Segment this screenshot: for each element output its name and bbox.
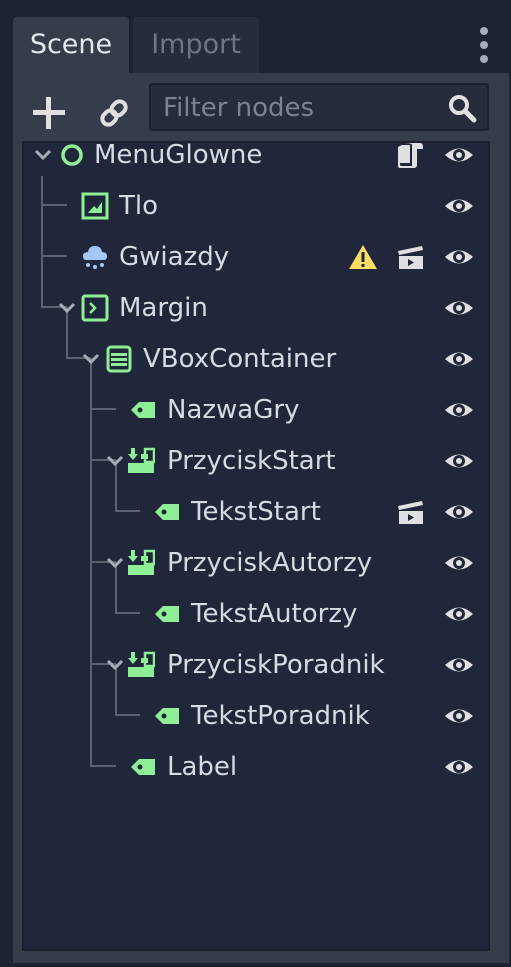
add-node-button[interactable] <box>29 93 69 133</box>
tree-row-vboxcontainer[interactable]: VBoxContainer <box>24 335 488 383</box>
label-icon <box>155 504 179 520</box>
node-label: TekstPoradnik <box>191 701 370 731</box>
script-icon[interactable] <box>396 141 426 169</box>
tree-row-gwiazdy[interactable]: Gwiazdy <box>24 233 488 281</box>
node-label: VBoxContainer <box>143 344 337 374</box>
tree-row-nazwagry[interactable]: NazwaGry <box>24 386 488 434</box>
warning-icon[interactable] <box>348 243 378 271</box>
scene-tree[interactable]: MenuGlowne Tlo Gwiazdy Margin VBoxContai… <box>22 140 490 951</box>
label-icon <box>155 708 179 724</box>
filter-nodes-input[interactable] <box>161 89 435 127</box>
visibility-eye-icon[interactable] <box>444 753 474 781</box>
plus-icon <box>33 97 65 129</box>
visibility-eye-icon[interactable] <box>444 345 474 373</box>
tab-import[interactable]: Import <box>133 17 259 73</box>
button-icon <box>128 447 155 473</box>
node-label: PrzyciskPoradnik <box>167 650 385 680</box>
chevron-down-icon[interactable] <box>106 453 124 469</box>
dock-menu-icon[interactable] <box>471 25 499 65</box>
tree-row-label[interactable]: Label <box>24 743 488 791</box>
label-icon <box>131 759 155 775</box>
tree-row-przyciskporadnik[interactable]: PrzyciskPoradnik <box>24 641 488 689</box>
node-label: TekstStart <box>191 497 321 527</box>
chevron-down-icon[interactable] <box>34 147 52 163</box>
node-label: NazwaGry <box>167 395 300 425</box>
node-label: Label <box>167 752 238 782</box>
tree-row-tlo[interactable]: Tlo <box>24 182 488 230</box>
visibility-eye-icon[interactable] <box>444 702 474 730</box>
visibility-eye-icon[interactable] <box>444 549 474 577</box>
tree-row-margin[interactable]: Margin <box>24 284 488 332</box>
button-icon <box>128 549 155 575</box>
scene-instance-icon[interactable] <box>396 498 426 526</box>
chevron-down-icon[interactable] <box>58 300 76 316</box>
node-label: TekstAutorzy <box>191 599 358 629</box>
node-label: Margin <box>119 293 208 323</box>
tree-row-tekstautorzy[interactable]: TekstAutorzy <box>24 590 488 638</box>
visibility-eye-icon[interactable] <box>444 141 474 169</box>
filter-nodes-field[interactable] <box>149 83 489 131</box>
visibility-eye-icon[interactable] <box>444 600 474 628</box>
particles-icon <box>83 246 107 269</box>
button-icon <box>128 651 155 677</box>
node-label: Gwiazdy <box>119 242 230 272</box>
visibility-eye-icon[interactable] <box>444 447 474 475</box>
link-icon <box>100 99 128 127</box>
node-icon <box>61 144 83 166</box>
texture-rect-icon <box>81 192 109 220</box>
instance-scene-button[interactable] <box>95 93 133 133</box>
visibility-eye-icon[interactable] <box>444 651 474 679</box>
chevron-down-icon[interactable] <box>106 657 124 673</box>
label-icon <box>155 606 179 622</box>
vbox-container-icon <box>106 345 132 373</box>
tree-row-przyciskautorzy[interactable]: PrzyciskAutorzy <box>24 539 488 587</box>
margin-container-icon <box>81 294 109 322</box>
label-icon <box>131 402 155 418</box>
visibility-eye-icon[interactable] <box>444 243 474 271</box>
visibility-eye-icon[interactable] <box>444 396 474 424</box>
scene-dock: Scene Import Filter nodes MenuGlowne Tlo… <box>13 17 511 963</box>
tree-row-tekststart[interactable]: TekstStart <box>24 488 488 536</box>
visibility-eye-icon[interactable] <box>444 498 474 526</box>
node-label: Tlo <box>119 191 159 221</box>
node-label: PrzyciskAutorzy <box>167 548 373 578</box>
tree-row-menuglowne[interactable]: MenuGlowne <box>24 131 488 179</box>
node-label: MenuGlowne <box>94 140 263 170</box>
scene-dock-content: MenuGlowne Tlo Gwiazdy <box>13 73 509 963</box>
visibility-eye-icon[interactable] <box>444 192 474 220</box>
tab-scene[interactable]: Scene <box>13 17 129 73</box>
tree-row-tekstporadnik[interactable]: TekstPoradnik <box>24 692 488 740</box>
search-icon[interactable] <box>447 93 477 123</box>
tree-row-przyciskstart[interactable]: PrzyciskStart <box>24 437 488 485</box>
chevron-down-icon[interactable] <box>106 555 124 571</box>
chevron-down-icon[interactable] <box>82 351 100 367</box>
scene-instance-icon[interactable] <box>396 243 426 271</box>
visibility-eye-icon[interactable] <box>444 294 474 322</box>
node-label: PrzyciskStart <box>167 446 336 476</box>
